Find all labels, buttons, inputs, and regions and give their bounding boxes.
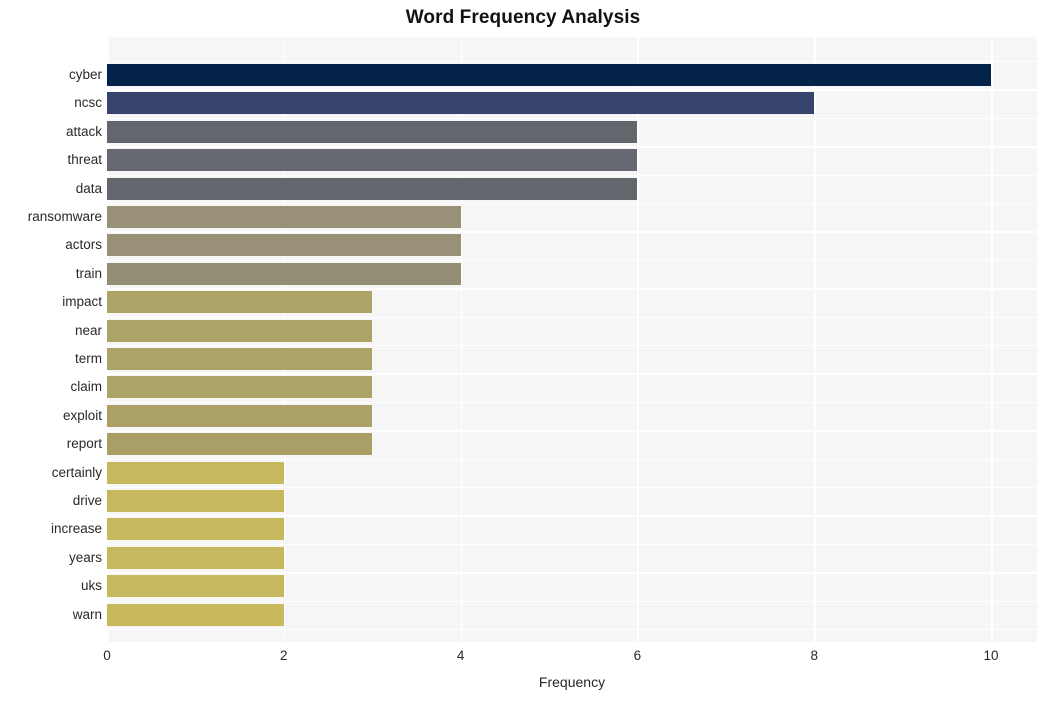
bar [107,149,638,172]
gridline-horizontal [107,316,1037,318]
y-axis-category-labels: cyber ncsc attack threat data ransomware actor… [0,37,102,642]
x-axis-tick-labels: 0 2 4 6 8 10 [0,648,1046,670]
gridline-horizontal [107,146,1037,148]
gridline-horizontal [107,117,1037,120]
gridline-horizontal [107,345,1037,347]
y-axis-label: attack [65,123,102,139]
chart-title: Word Frequency Analysis [405,7,641,28]
x-axis-title: Frequency [538,674,606,690]
y-axis-label: certainly [51,464,102,480]
y-axis-label: exploit [62,407,102,423]
bar [107,177,638,200]
gridline-horizontal [107,259,1037,262]
gridline-horizontal [107,515,1037,517]
bar [107,64,992,86]
gridline-horizontal [107,89,1037,91]
bar [107,234,461,257]
y-axis-label: warn [72,606,102,622]
gridline-horizontal [107,401,1037,404]
gridline-horizontal [107,288,1037,290]
y-axis-label: cyber [68,67,102,82]
bar [107,319,373,342]
y-axis-label: report [66,436,102,452]
gridline-horizontal [107,543,1037,546]
bar [107,291,373,314]
gridline-horizontal [107,600,1037,602]
x-axis-tick-label: 6 [633,648,642,663]
gridline-vertical [991,37,993,642]
gridline-horizontal [107,174,1037,176]
bar [107,120,638,143]
gridline-vertical [637,37,639,642]
bar [107,404,373,427]
y-axis-label: train [75,265,102,281]
bar [107,546,284,569]
bar [107,262,461,285]
bar [107,433,373,456]
bar [107,461,284,484]
y-axis-label: increase [50,521,102,537]
y-axis-label: claim [70,379,102,395]
gridline-horizontal [107,458,1037,460]
y-axis-label: ransomware [27,209,102,224]
gridline-horizontal [107,231,1037,233]
gridline-horizontal [107,629,1037,631]
y-axis-label: years [68,549,102,565]
y-axis-label: data [75,180,102,196]
gridline-horizontal [107,203,1037,205]
y-axis-label: actors [65,237,102,253]
x-axis-tick-label: 8 [810,648,818,663]
word-frequency-chart: Word Frequency Analysis cyber ncsc attack t… [0,0,1046,701]
bar [107,575,284,598]
bar [107,348,373,370]
plot-area [107,37,1037,642]
y-axis-label: impact [62,294,102,310]
bar [107,206,461,228]
y-axis-label: drive [72,493,102,508]
gridline-horizontal [107,430,1037,432]
y-axis-label: threat [67,152,102,168]
bar [107,518,284,541]
gridline-horizontal [107,61,1037,63]
bar [107,490,284,512]
bar [107,92,815,115]
gridline-horizontal [107,572,1037,574]
y-axis-label: ncsc [74,95,102,111]
bar [107,603,284,626]
gridline-vertical [814,37,816,642]
gridline-horizontal [107,487,1037,489]
y-axis-label: near [74,322,102,338]
x-axis-tick-label: 10 [983,648,999,663]
bar [107,376,373,399]
y-axis-label: term [75,351,102,366]
gridline-horizontal [107,373,1037,375]
x-axis-tick-label: 0 [103,648,111,663]
y-axis-label: uks [80,578,102,594]
x-axis-tick-label: 2 [280,648,288,663]
x-axis-tick-label: 4 [456,648,465,663]
